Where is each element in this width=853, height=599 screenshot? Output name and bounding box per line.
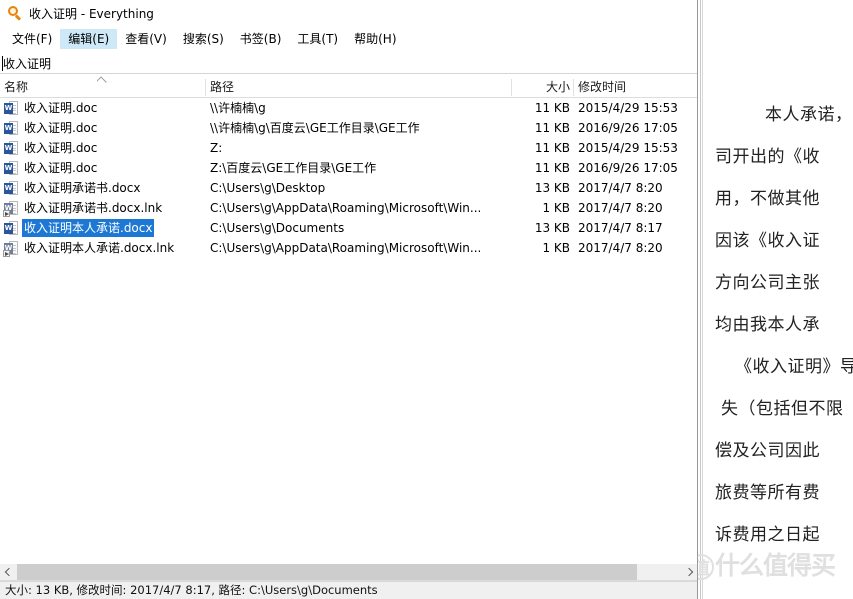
file-name: 收入证明承诺书.docx	[24, 181, 141, 195]
word-doc-icon: W	[4, 121, 18, 136]
cell-path: C:\Users\g\Desktop	[210, 181, 326, 195]
column-header-3[interactable]: 修改时间	[578, 77, 693, 97]
cell-date: 2017/4/7 8:20	[578, 241, 663, 255]
table-row[interactable]: W 收入证明.doc Z:\百度云\GE工作目录\GE工作 11 KB 2016/9/2…	[0, 158, 697, 178]
cell-date: 2016/9/26 17:05	[578, 161, 678, 175]
table-row[interactable]: W 收入证明.doc \\许楠楠\g\百度云\GE工作目录\GE工作 11 KB 201…	[0, 118, 697, 138]
table-row[interactable]: W 收入证明.doc \\许楠楠\g 11 KB 2015/4/29 15:53	[0, 98, 697, 118]
table-row[interactable]: W 收入证明承诺书.docx.lnk C:\Users\g\AppData\Roam…	[0, 198, 697, 218]
cell-name[interactable]: 收入证明承诺书.docx.lnk	[22, 198, 204, 218]
everything-window: 收入证明 - Everything 文件(F) 编辑(E) 查看(V) 搜索(S) 书签…	[0, 0, 698, 599]
cell-path: \\许楠楠\g\百度云\GE工作目录\GE工作	[210, 121, 420, 135]
title-bar: 收入证明 - Everything	[0, 0, 697, 26]
results-list[interactable]: W 收入证明.doc \\许楠楠\g 11 KB 2015/4/29 15:53 W 收入证…	[0, 98, 697, 557]
cell-size: 13 KB	[534, 221, 570, 235]
table-row[interactable]: W 收入证明本人承诺.docx C:\Users\g\Documents 13 KB 2…	[0, 218, 697, 238]
menu-bar: 文件(F) 编辑(E) 查看(V) 搜索(S) 书签(B) 工具(T) 帮助(H)	[0, 28, 697, 49]
cell-path: Z:	[210, 141, 223, 155]
file-name: 收入证明本人承诺.docx	[22, 219, 155, 237]
table-row[interactable]: W 收入证明.doc Z: 11 KB 2015/4/29 15:53	[0, 138, 697, 158]
cell-date: 2017/4/7 8:20	[578, 181, 663, 195]
horizontal-scrollbar[interactable]	[0, 563, 697, 580]
cell-name[interactable]: 收入证明本人承诺.docx.lnk	[22, 238, 204, 258]
watermark-logo: 值什么值得买	[688, 546, 853, 588]
sort-ascending-icon	[97, 76, 108, 83]
word-docx-icon: W	[4, 221, 18, 236]
file-name: 收入证明.doc	[24, 161, 98, 175]
cell-name[interactable]: 收入证明.doc	[22, 118, 204, 138]
document-line: 本人承诺，	[765, 105, 853, 125]
column-header-2[interactable]: 大小	[516, 77, 570, 97]
shortcut-icon: W	[3, 201, 18, 217]
cell-path: C:\Users\g\AppData\Roaming\Microsoft\Win…	[210, 201, 482, 215]
document-line: 失（包括但不限	[721, 399, 844, 419]
cell-size: 1 KB	[542, 241, 570, 255]
chevron-left-icon[interactable]	[0, 564, 17, 580]
document-line: 《收入证明》导	[735, 357, 853, 377]
cell-date: 2015/4/29 15:53	[578, 141, 678, 155]
document-line: 偿及公司因此	[715, 441, 820, 461]
file-name: 收入证明承诺书.docx.lnk	[24, 201, 163, 215]
table-row[interactable]: W 收入证明承诺书.docx C:\Users\g\Desktop 13 KB 2017…	[0, 178, 697, 198]
file-name: 收入证明.doc	[24, 121, 98, 135]
search-bar[interactable]	[0, 52, 697, 74]
column-divider-1[interactable]	[205, 79, 206, 96]
menu-item-2[interactable]: 查看(V)	[117, 29, 175, 49]
document-line: 旅费等所有费	[715, 483, 820, 503]
cell-date: 2016/9/26 17:05	[578, 121, 678, 135]
document-page	[700, 0, 853, 599]
cell-name[interactable]: 收入证明.doc	[22, 138, 204, 158]
document-left-margin-rule	[702, 0, 703, 599]
cell-size: 11 KB	[534, 121, 570, 135]
cell-path: C:\Users\g\AppData\Roaming\Microsoft\Win…	[210, 241, 482, 255]
cell-path: \\许楠楠\g	[210, 101, 266, 115]
word-docx-icon: W	[4, 181, 18, 196]
cell-size: 11 KB	[534, 161, 570, 175]
cell-name[interactable]: 收入证明.doc	[22, 98, 204, 118]
cell-path: C:\Users\g\Documents	[210, 221, 345, 235]
shortcut-icon: W	[3, 241, 18, 257]
file-name: 收入证明本人承诺.docx.lnk	[24, 241, 175, 255]
column-divider-3[interactable]	[573, 79, 574, 96]
table-row[interactable]: W 收入证明本人承诺.docx.lnk C:\Users\g\AppData\Roa…	[0, 238, 697, 258]
chevron-right-icon[interactable]	[681, 564, 697, 580]
window-title: 收入证明 - Everything	[29, 6, 154, 21]
document-line: 方向公司主张	[715, 273, 820, 293]
column-divider-2[interactable]	[511, 79, 512, 96]
file-name: 收入证明.doc	[24, 141, 98, 155]
cell-name[interactable]: 收入证明.doc	[22, 158, 204, 178]
watermark-text: 什么值得买	[715, 551, 836, 580]
document-line: 因该《收入证	[715, 231, 820, 251]
document-line: 用，不做其他	[715, 189, 820, 209]
document-line: 诉费用之日起	[715, 525, 820, 545]
magnifier-icon	[7, 5, 23, 21]
search-input[interactable]	[3, 55, 693, 72]
cell-path: Z:\百度云\GE工作目录\GE工作	[210, 161, 377, 175]
document-line: 均由我本人承	[715, 315, 820, 335]
status-bar: 大小: 13 KB, 修改时间: 2017/4/7 8:17, 路径: C:\U…	[0, 580, 697, 599]
status-text: 大小: 13 KB, 修改时间: 2017/4/7 8:17, 路径: C:\U…	[5, 583, 378, 597]
menu-item-4[interactable]: 书签(B)	[232, 29, 290, 49]
file-name: 收入证明.doc	[24, 101, 98, 115]
cell-size: 1 KB	[542, 201, 570, 215]
cell-name[interactable]: 收入证明承诺书.docx	[22, 178, 204, 198]
cell-date: 2017/4/7 8:17	[578, 221, 663, 235]
menu-item-3[interactable]: 搜索(S)	[175, 29, 232, 49]
cell-date: 2015/4/29 15:53	[578, 101, 678, 115]
menu-item-0[interactable]: 文件(F)	[4, 29, 60, 49]
menu-item-5[interactable]: 工具(T)	[289, 29, 346, 49]
cell-name[interactable]: 收入证明本人承诺.docx	[22, 218, 204, 238]
cell-size: 11 KB	[534, 141, 570, 155]
column-header-1[interactable]: 路径	[210, 77, 490, 97]
word-doc-icon: W	[4, 141, 18, 156]
document-line: 司开出的《收	[715, 147, 820, 167]
cell-date: 2017/4/7 8:20	[578, 201, 663, 215]
scrollbar-thumb[interactable]	[17, 564, 637, 580]
word-doc-icon: W	[4, 161, 18, 176]
cell-size: 11 KB	[534, 101, 570, 115]
menu-item-6[interactable]: 帮助(H)	[346, 29, 404, 49]
cell-size: 13 KB	[534, 181, 570, 195]
menu-item-1[interactable]: 编辑(E)	[60, 28, 118, 49]
word-doc-icon: W	[4, 101, 18, 116]
